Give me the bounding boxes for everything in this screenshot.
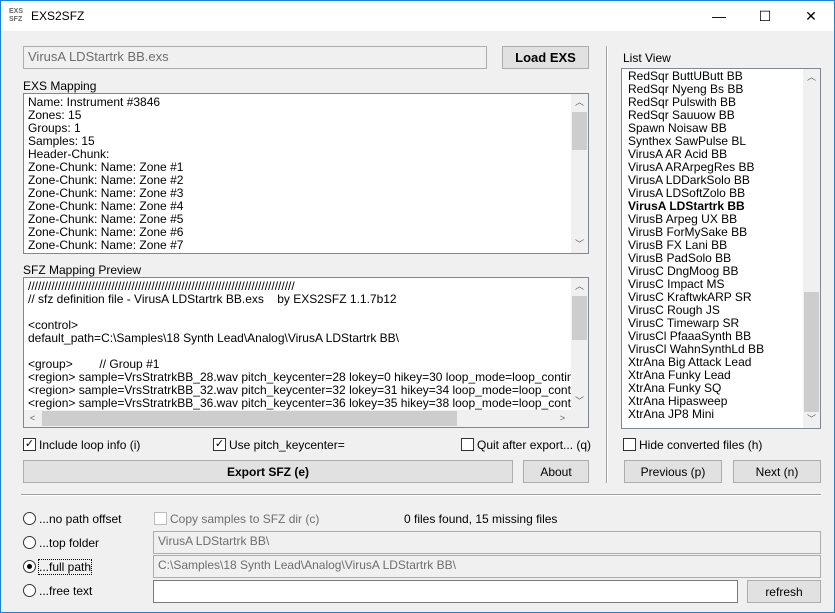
vertical-divider bbox=[606, 46, 608, 483]
scroll-down-icon[interactable]: ﹀ bbox=[803, 411, 820, 428]
sfz-line bbox=[28, 306, 571, 319]
use-pitch-keycenter-label: Use pitch_keycenter= bbox=[229, 438, 345, 452]
scroll-up-icon[interactable]: ︿ bbox=[571, 278, 588, 295]
copy-samples-label: Copy samples to SFZ dir (c) bbox=[170, 512, 320, 526]
scroll-up-icon[interactable]: ︿ bbox=[803, 69, 820, 86]
include-loop-label: Include loop info (i) bbox=[39, 438, 141, 452]
full-path-radio[interactable] bbox=[23, 560, 36, 573]
horizontal-divider bbox=[21, 494, 821, 496]
copy-samples-checkbox[interactable] bbox=[154, 512, 167, 525]
exs-line: Zone-Chunk: Name: Zone #8 bbox=[28, 252, 183, 254]
no-path-offset-label: ...no path offset bbox=[39, 512, 122, 526]
sfz-line: <region> sample=VrsStratrkBB_36.wav pitc… bbox=[28, 396, 571, 410]
include-loop-checkbox[interactable]: ✓ bbox=[23, 438, 36, 451]
list-vertical-scrollbar[interactable]: ︿ ﹀ bbox=[803, 69, 820, 428]
top-folder-label: ...top folder bbox=[39, 536, 100, 550]
scroll-thumb[interactable] bbox=[42, 411, 457, 426]
load-exs-button[interactable]: Load EXS bbox=[502, 46, 589, 69]
list-view-label: List View bbox=[623, 51, 671, 65]
scroll-thumb[interactable] bbox=[804, 292, 819, 412]
exs-vertical-scrollbar[interactable]: ︿ ﹀ bbox=[571, 94, 588, 253]
maximize-button[interactable]: ☐ bbox=[742, 1, 788, 31]
scroll-down-icon[interactable]: ﹀ bbox=[571, 393, 588, 410]
scroll-thumb[interactable] bbox=[572, 112, 587, 150]
hide-converted-checkbox[interactable] bbox=[623, 438, 636, 451]
sfz-preview-text[interactable]: ////////////////////////////////////////… bbox=[23, 277, 589, 428]
exs-file-field[interactable]: VirusA LDStartrk BB.exs bbox=[23, 46, 487, 69]
title-bar: EXS SFZ EXS2SFZ — ☐ ✕ bbox=[1, 1, 834, 31]
sfz-horizontal-scrollbar[interactable]: < > bbox=[24, 410, 571, 427]
close-button[interactable]: ✕ bbox=[788, 1, 834, 31]
file-list[interactable]: RedSqr ButtUButt BB RedSqr Nyeng Bs BB Red… bbox=[621, 68, 821, 429]
top-folder-field[interactable]: VirusA LDStartrk BB\ bbox=[153, 531, 821, 554]
scroll-thumb[interactable] bbox=[572, 296, 587, 340]
use-pitch-keycenter-checkbox[interactable]: ✓ bbox=[213, 438, 226, 451]
top-folder-radio[interactable] bbox=[23, 536, 36, 549]
scroll-right-icon[interactable]: > bbox=[554, 410, 571, 427]
scroll-left-icon[interactable]: < bbox=[24, 410, 41, 427]
sfz-line: default_path=C:\Samples\18 Synth Lead\An… bbox=[28, 331, 400, 345]
free-text-label: ...free text bbox=[39, 584, 93, 598]
quit-after-export-checkbox[interactable] bbox=[461, 438, 474, 451]
sfz-preview-label: SFZ Mapping Preview bbox=[23, 263, 142, 277]
free-text-radio[interactable] bbox=[23, 584, 36, 597]
no-path-offset-radio[interactable] bbox=[23, 512, 36, 525]
window-title: EXS2SFZ bbox=[31, 9, 85, 23]
full-path-label: ...full path bbox=[37, 559, 93, 575]
exs-mapping-text[interactable]: Name: Instrument #3846 Zones: 15 Groups: 1… bbox=[23, 93, 589, 254]
sfz-vertical-scrollbar[interactable]: ︿ ﹀ bbox=[571, 278, 588, 410]
next-button[interactable]: Next (n) bbox=[733, 460, 821, 483]
previous-button[interactable]: Previous (p) bbox=[624, 460, 722, 483]
app-icon: EXS SFZ bbox=[9, 8, 24, 23]
quit-after-export-label: Quit after export... (q) bbox=[477, 438, 592, 452]
about-button[interactable]: About bbox=[523, 460, 589, 483]
export-sfz-button[interactable]: Export SFZ (e) bbox=[23, 460, 513, 483]
sfz-line: // sfz definition file - VirusA LDStartr… bbox=[28, 292, 397, 306]
exs-mapping-label: EXS Mapping bbox=[23, 79, 97, 93]
refresh-button[interactable]: refresh bbox=[747, 580, 821, 603]
scroll-down-icon[interactable]: ﹀ bbox=[571, 236, 588, 253]
hide-converted-label: Hide converted files (h) bbox=[639, 438, 763, 452]
list-item[interactable]: XtrAna JP8 Mini bbox=[628, 408, 714, 421]
minimize-button[interactable]: — bbox=[696, 1, 742, 31]
full-path-field[interactable]: C:\Samples\18 Synth Lead\Analog\VirusA L… bbox=[153, 555, 821, 578]
free-text-input[interactable] bbox=[153, 580, 738, 603]
files-status: 0 files found, 15 missing files bbox=[404, 512, 558, 526]
scroll-up-icon[interactable]: ︿ bbox=[571, 94, 588, 111]
